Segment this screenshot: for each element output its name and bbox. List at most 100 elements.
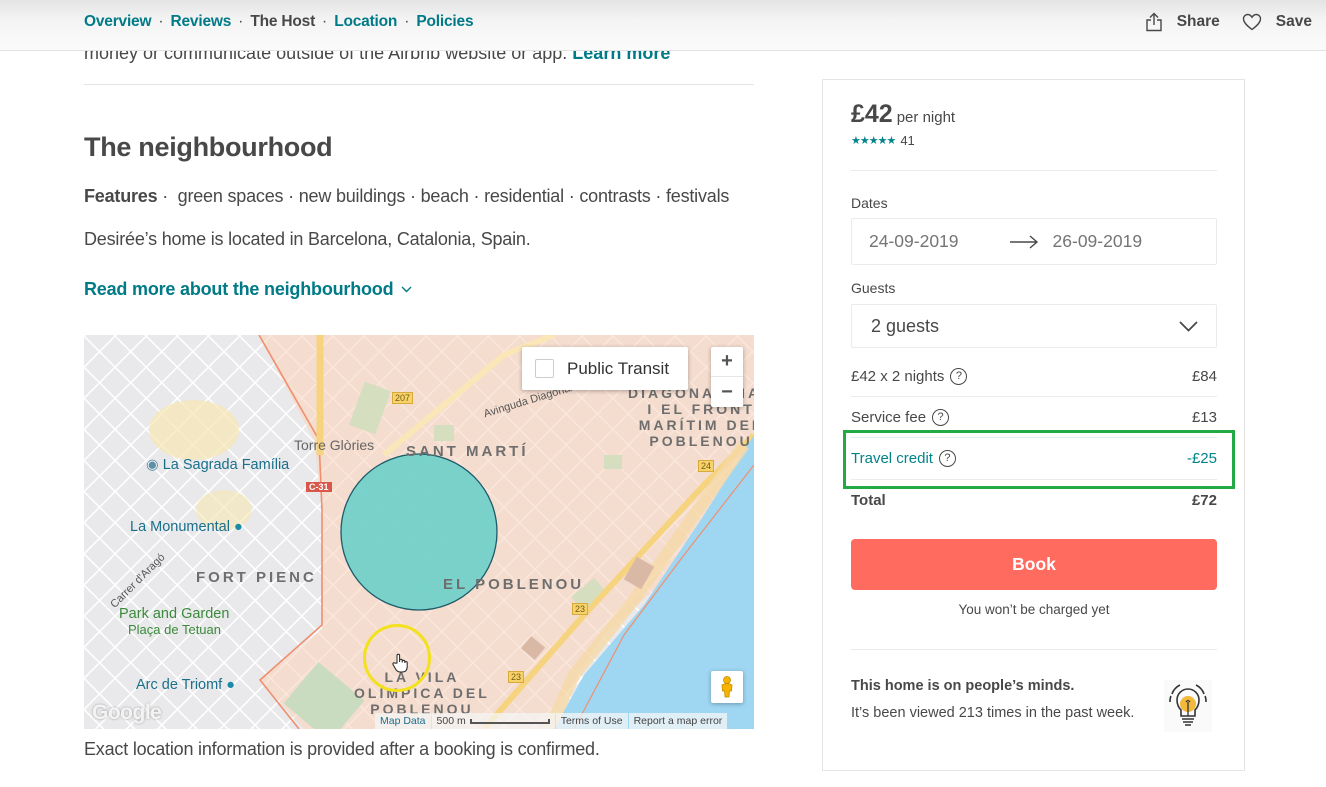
poi-pin-icon: ●: [226, 677, 236, 693]
features-label: Features: [84, 186, 158, 206]
check-in-input[interactable]: 24-09-2019: [869, 231, 959, 252]
nav-reviews[interactable]: Reviews: [171, 13, 232, 31]
features-list: Features · green spaces · new buildings …: [84, 186, 729, 207]
help-icon[interactable]: ?: [950, 368, 968, 385]
road-shield: 23: [508, 671, 525, 683]
arrow-right-icon: [1009, 234, 1038, 249]
exact-location-note: Exact location information is provided a…: [84, 739, 600, 759]
public-transit-label: Public Transit: [567, 358, 670, 378]
rating[interactable]: ★★★★★ 41: [851, 133, 915, 148]
road-shield: C-31: [306, 482, 332, 492]
zoom-out-button[interactable]: −: [711, 377, 743, 407]
popularity-text: It’s been viewed 213 times in the past w…: [851, 705, 1135, 721]
poi-label: La Sagrada Família: [162, 457, 290, 473]
nightly-total-row: £42 x 2 nights? £84: [851, 368, 1217, 385]
line-value: £13: [1191, 409, 1217, 426]
feature-item: festivals: [665, 186, 730, 206]
guests-label: Guests: [851, 280, 896, 296]
public-transit-toggle[interactable]: Public Transit: [522, 347, 688, 390]
help-icon[interactable]: ?: [932, 409, 950, 426]
features-separator: ·: [405, 186, 421, 206]
feature-item: residential: [484, 186, 564, 206]
share-button[interactable]: Share: [1145, 12, 1220, 32]
poi-label: La Monumental: [130, 519, 230, 535]
feature-item: green spaces: [177, 186, 284, 206]
road-shield: 24: [698, 460, 715, 472]
nav-policies[interactable]: Policies: [416, 13, 473, 31]
save-label: Save: [1275, 13, 1312, 30]
google-logo: Google: [92, 701, 162, 724]
total-row: Total £72: [851, 492, 1217, 509]
feature-item: contrasts: [579, 186, 651, 206]
report-label: Report a map error: [633, 715, 723, 727]
report-map-error-link[interactable]: Report a map error: [628, 713, 728, 729]
terms-of-use-link[interactable]: Terms of Use: [555, 713, 628, 729]
per-night-label: per night: [896, 109, 956, 126]
pegman-icon: [721, 676, 733, 698]
nav-location[interactable]: Location: [334, 13, 397, 31]
guests-value: 2 guests: [871, 315, 940, 336]
guests-select[interactable]: 2 guests: [851, 304, 1217, 348]
terms-label: Terms of Use: [560, 715, 623, 727]
poi-pin-icon: ◉: [146, 457, 159, 473]
map-scale[interactable]: 500 m: [431, 713, 555, 729]
dates-label: Dates: [851, 195, 888, 211]
poi-label: Torre Glòries: [294, 437, 375, 453]
divider: [851, 170, 1217, 171]
dates-picker: 24-09-2019 26-09-2019: [851, 218, 1217, 265]
nav-overview[interactable]: Overview: [84, 13, 152, 31]
divider: [84, 84, 754, 85]
book-button[interactable]: Book: [851, 539, 1217, 590]
features-separator: ·: [468, 186, 485, 206]
features-separator: ·: [157, 186, 178, 206]
check-out-input[interactable]: 26-09-2019: [1053, 231, 1143, 252]
street-view-button[interactable]: [711, 671, 743, 703]
feature-item: beach: [420, 186, 469, 206]
map-scale-label: 500 m: [436, 715, 466, 727]
top-nav: Overview · Reviews · The Host · Location…: [0, 0, 1326, 51]
features-separator: ·: [563, 186, 580, 206]
poi-marker[interactable]: ◉ La Sagrada Família: [146, 457, 289, 473]
chevron-down-icon: [401, 286, 412, 293]
map-data-link[interactable]: Map Data: [375, 713, 431, 729]
park-label: Park and Garden: [119, 606, 230, 622]
district-label: FORT PIENC: [196, 569, 317, 586]
nav-separator: ·: [158, 13, 164, 30]
nav-separator: ·: [404, 13, 410, 30]
map-data-label: Map Data: [380, 715, 426, 727]
zoom-in-button[interactable]: +: [711, 347, 743, 377]
district-label: EL POBLENOU: [443, 576, 585, 593]
road-shield: 23: [572, 603, 589, 615]
total-value: £72: [1191, 492, 1217, 509]
poi-label: Arc de Triomf: [136, 677, 223, 693]
popularity-title: This home is on people’s minds.: [851, 678, 1075, 694]
features-separator: ·: [283, 186, 299, 206]
star-rating-icon: ★★★★★: [851, 135, 896, 147]
save-button[interactable]: Save: [1242, 13, 1312, 31]
price: £42 per night: [851, 100, 955, 129]
poi-pin-icon: ●: [233, 519, 243, 535]
map[interactable]: SANT MARTÍ FORT PIENC EL POBLENOU DIAGON…: [84, 335, 754, 729]
nightly-price: £42: [851, 100, 893, 128]
map-footer: Map Data 500 m Terms of Use Report a map…: [374, 713, 728, 729]
nav-actions: Share Save: [1145, 12, 1326, 32]
road-shield: 207: [392, 392, 414, 404]
hand-cursor-icon: [392, 653, 408, 673]
neighbourhood-description: Desirée’s home is located in Barcelona, …: [84, 229, 531, 249]
nav-separator: ·: [238, 13, 244, 30]
line-label: Service fee: [851, 409, 927, 426]
review-count: 41: [900, 133, 915, 148]
public-transit-checkbox[interactable]: [535, 359, 554, 378]
chevron-down-icon: [1179, 320, 1198, 332]
travel-credit-highlight: [843, 430, 1235, 489]
nav-separator: ·: [322, 13, 328, 30]
poi-marker[interactable]: Arc de Triomf ●: [136, 677, 235, 693]
heart-icon: [1242, 13, 1261, 31]
nav-the-host[interactable]: The Host: [250, 13, 315, 31]
poi-marker[interactable]: La Monumental ●: [130, 519, 243, 535]
charge-note: You won’t be charged yet: [958, 602, 1110, 617]
total-label: Total: [851, 492, 886, 509]
divider: [851, 649, 1217, 650]
read-more-link[interactable]: Read more about the neighbourhood: [84, 279, 412, 300]
booking-card: £42 per night ★★★★★ 41 Dates 24-09-2019 …: [822, 79, 1245, 771]
